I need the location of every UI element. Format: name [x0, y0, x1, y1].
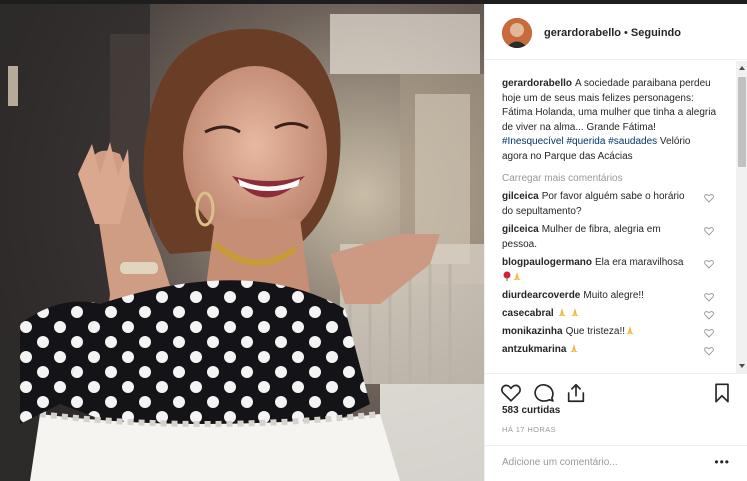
comments-list: gerardorabello A sociedade paraibana perd…	[502, 77, 718, 357]
comment-username[interactable]: casecabral	[502, 308, 554, 319]
small-heart-icon[interactable]	[704, 292, 714, 302]
comment-username[interactable]: monikazinha	[502, 326, 563, 337]
comment-username[interactable]: antzukmarina	[502, 344, 566, 355]
likes-count[interactable]: 583 curtidas	[502, 405, 560, 416]
post-sidebar: gerardorabello • Seguindo gerardorabello A …	[484, 4, 747, 481]
author-username[interactable]: gerardorabello	[544, 27, 621, 39]
post-header: gerardorabello • Seguindo	[485, 4, 747, 60]
comment-item: antzukmarina	[502, 342, 718, 357]
comment-username[interactable]: diurdearcoverde	[502, 290, 580, 301]
small-heart-icon[interactable]	[704, 328, 714, 338]
load-more-comments-button[interactable]: Carregar mais comentários	[502, 172, 718, 186]
small-heart-icon[interactable]	[704, 259, 714, 269]
comment-item: casecabral	[502, 306, 718, 321]
author-avatar[interactable]	[502, 18, 532, 48]
heart-outline-icon[interactable]	[500, 382, 522, 404]
share-arrow-icon[interactable]	[565, 382, 587, 404]
post-photo[interactable]	[0, 4, 484, 481]
praying-hands-emoji-icon	[570, 343, 579, 352]
comments-scrollbar[interactable]	[736, 61, 747, 373]
header-separator: •	[624, 27, 628, 39]
post-photo-image	[0, 4, 484, 481]
post-timestamp[interactable]: HÁ 17 HORAS	[502, 425, 556, 434]
comment-item: blogpaulogermano Ela era maravilhosa	[502, 255, 718, 285]
post-header-text: gerardorabello • Seguindo	[544, 27, 681, 39]
scrollbar-thumb[interactable]	[738, 77, 746, 167]
small-heart-icon[interactable]	[704, 310, 714, 320]
hashtag-querida[interactable]: #querida	[567, 136, 606, 147]
comment-item: gilceica Por favor alguém sabe o horário …	[502, 189, 718, 219]
bookmark-icon[interactable]	[711, 382, 733, 404]
comment-username[interactable]: gilceica	[502, 191, 539, 202]
praying-hands-emoji-icon	[557, 307, 566, 316]
add-comment-bar: •••	[485, 445, 747, 481]
follow-status-button[interactable]: Seguindo	[631, 27, 681, 39]
comment-text: Ela era maravilhosa	[595, 256, 684, 268]
scroll-down-arrow-icon[interactable]	[739, 364, 745, 368]
comment-username[interactable]: blogpaulogermano	[502, 257, 592, 268]
hashtag-saudades[interactable]: #saudades	[608, 136, 657, 147]
hashtag-inesquecivel[interactable]: #Inesquecível	[502, 136, 564, 147]
comment-item: diurdearcoverde Muito alegre!!	[502, 288, 718, 303]
scroll-up-arrow-icon[interactable]	[739, 66, 745, 70]
caption-username[interactable]: gerardorabello	[502, 78, 572, 89]
comment-item: monikazinha Que tristeza!!	[502, 324, 718, 339]
small-heart-icon[interactable]	[704, 193, 714, 203]
post-caption: gerardorabello A sociedade paraibana perd…	[502, 77, 718, 165]
praying-hands-emoji-icon	[513, 271, 521, 280]
praying-hands-emoji-icon	[570, 307, 579, 316]
comment-text: Que tristeza!!	[565, 325, 626, 337]
add-comment-input[interactable]	[502, 454, 702, 470]
comments-scroll-area[interactable]: gerardorabello A sociedade paraibana perd…	[485, 61, 747, 373]
praying-hands-emoji-icon	[626, 325, 635, 334]
small-heart-icon[interactable]	[704, 346, 714, 356]
speech-bubble-icon[interactable]	[533, 382, 555, 404]
comment-text: Muito alegre!!	[583, 289, 644, 301]
comment-username[interactable]: gilceica	[502, 224, 539, 235]
avatar-image	[502, 18, 532, 48]
small-heart-icon[interactable]	[704, 226, 714, 236]
rose-emoji-icon	[503, 271, 511, 281]
comment-item: gilceica Mulher de fibra, alegria em pess…	[502, 222, 718, 252]
more-options-icon[interactable]: •••	[714, 456, 730, 468]
